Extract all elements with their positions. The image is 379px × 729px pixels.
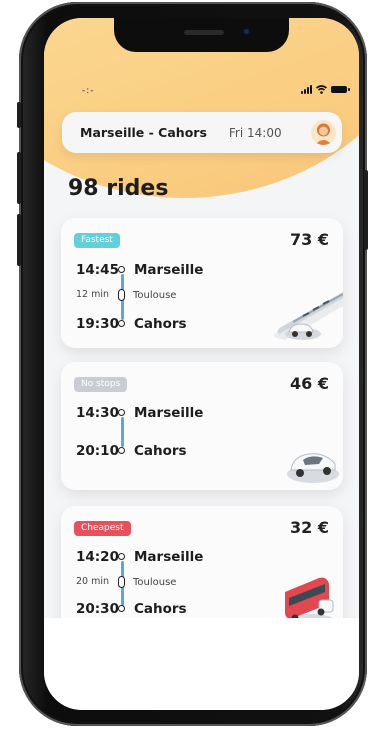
wifi-icon: [316, 84, 327, 94]
car-icon: [287, 453, 339, 483]
departure-time: 14:30: [76, 405, 119, 421]
battery-icon: [331, 85, 350, 93]
power-button: [364, 170, 368, 250]
status-icons: [301, 84, 350, 94]
route-line: [120, 417, 124, 447]
departure-dot: [118, 266, 125, 273]
badge-cheapest: Cheapest: [74, 521, 131, 536]
arrival-city: Cahors: [134, 316, 187, 332]
volume-up-button: [17, 152, 21, 204]
ride-card[interactable]: No stops 46 € 14:30 Marseille 20:10 Caho…: [61, 362, 343, 490]
ride-price: 32 €: [290, 518, 329, 537]
arrival-city: Cahors: [134, 443, 187, 459]
stop-duration: 20 min: [76, 576, 110, 587]
ride-card[interactable]: Fastest 73 € 14:45 Marseille 12 min Toul…: [61, 218, 343, 348]
results-count: 98 rides: [68, 176, 169, 201]
status-time: -:-: [82, 86, 95, 96]
route-label: Marseille - Cahors: [80, 125, 207, 140]
user-avatar[interactable]: [311, 120, 336, 145]
train-icon: [274, 292, 343, 340]
stop-city: Toulouse: [133, 290, 177, 301]
notch: [114, 18, 289, 52]
arrival-dot: [118, 320, 125, 327]
volume-down-button: [17, 214, 21, 266]
bottom-blank-area: [44, 618, 359, 710]
badge-no-stops: No stops: [74, 377, 128, 392]
badge-fastest: Fastest: [74, 233, 120, 248]
stop-city: Toulouse: [133, 577, 177, 588]
departure-city: Marseille: [134, 262, 204, 278]
stop-marker: [118, 576, 125, 588]
stop-duration: 12 min: [76, 289, 110, 300]
departure-city: Marseille: [134, 405, 204, 421]
arrival-time: 20:30: [76, 601, 119, 617]
signal-icon: [301, 84, 312, 94]
arrival-dot: [118, 447, 125, 454]
departure-dot: [118, 553, 125, 560]
arrival-time: 19:30: [76, 316, 119, 332]
mute-switch: [17, 102, 21, 128]
app-screen: -:- Marseille - Cahors Fri 14:00 98 ride…: [44, 18, 359, 710]
departure-dot: [118, 409, 125, 416]
arrival-dot: [118, 605, 125, 612]
ride-price: 73 €: [290, 230, 329, 249]
speaker: [184, 30, 224, 35]
date-label: Fri 14:00: [228, 125, 282, 140]
arrival-city: Cahors: [134, 601, 187, 617]
departure-time: 14:45: [76, 262, 119, 278]
ride-price: 46 €: [290, 374, 329, 393]
departure-time: 14:20: [76, 549, 119, 565]
stop-marker: [118, 289, 125, 301]
front-camera: [242, 27, 251, 36]
ride-card[interactable]: Cheapest 32 € 14:20 Marseille 20 min Tou…: [61, 506, 343, 636]
departure-city: Marseille: [134, 549, 204, 565]
arrival-time: 20:10: [76, 443, 119, 459]
search-summary-bar[interactable]: Marseille - Cahors Fri 14:00: [62, 112, 342, 153]
